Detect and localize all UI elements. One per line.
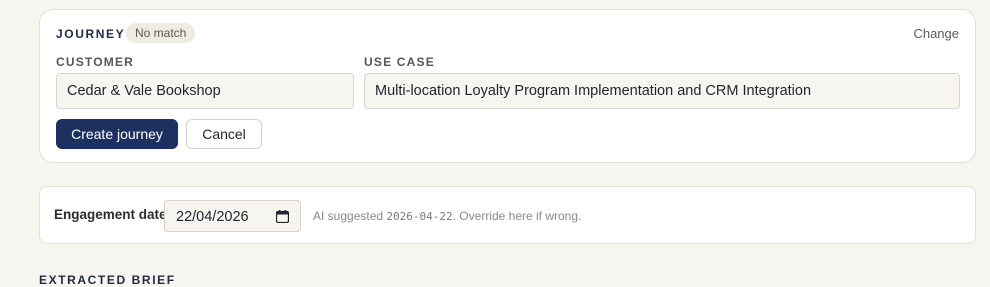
extracted-brief-heading: EXTRACTED BRIEF [39, 273, 176, 287]
calendar-icon[interactable] [275, 210, 290, 224]
usecase-input[interactable] [364, 73, 960, 109]
hint-suffix: . Override here if wrong. [452, 209, 582, 223]
usecase-label: USE CASE [364, 55, 435, 69]
journey-title: JOURNEY [56, 27, 126, 41]
hint-prefix: AI suggested [313, 209, 384, 223]
customer-input[interactable] [56, 73, 354, 109]
create-journey-button[interactable]: Create journey [56, 119, 178, 149]
change-link[interactable]: Change [913, 26, 959, 41]
engagement-date-input[interactable]: 22/04/2026 [164, 200, 301, 232]
journey-card: JOURNEY No match Change CUSTOMER USE CAS… [39, 9, 976, 163]
engagement-date-value: 22/04/2026 [176, 209, 249, 225]
engagement-date-label: Engagement date [54, 207, 167, 222]
hint-date: 2026-04-22 [386, 210, 453, 223]
customer-label: CUSTOMER [56, 55, 135, 69]
engagement-date-card: Engagement date 22/04/2026 AI suggested … [39, 186, 976, 244]
match-status-badge: No match [126, 23, 196, 43]
cancel-button[interactable]: Cancel [186, 119, 262, 149]
ai-suggestion-hint: AI suggested 2026-04-22. Override here i… [313, 209, 581, 223]
